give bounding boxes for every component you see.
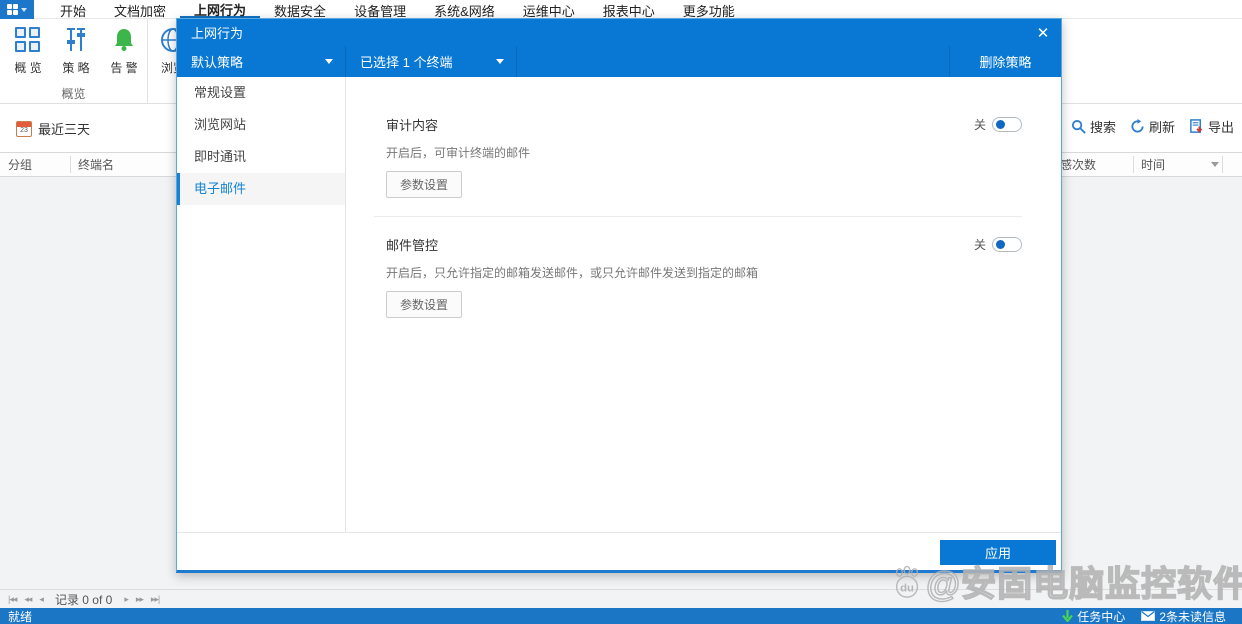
ribbon-group-label: 概览 <box>61 87 86 101</box>
unread-messages-button[interactable]: 2条未读信息 <box>1141 608 1226 624</box>
audit-content-section: 审计内容 关 开启后，可审计终端的邮件 参数设置 <box>386 115 1022 198</box>
app-window: 开始 文档加密 上网行为 数据安全 设备管理 系统&网络 运维中心 报表中心 更… <box>0 0 1242 624</box>
task-center-button[interactable]: 任务中心 <box>1062 608 1125 624</box>
apply-button[interactable]: 应用 <box>940 540 1056 565</box>
chevron-down-icon <box>496 59 504 64</box>
tab-doc-encryption[interactable]: 文档加密 <box>100 0 180 19</box>
mail-control-section: 邮件管控 关 开启后，只允许指定的邮箱发送邮件，或只允许邮件发送到指定的邮箱 参… <box>386 235 1022 318</box>
dialog-title: 上网行为 <box>191 26 244 41</box>
pager-next-page-button[interactable]: ▸▸ <box>136 594 144 605</box>
audit-toggle-state-label: 关 <box>973 118 986 132</box>
tab-device-management[interactable]: 设备管理 <box>340 0 420 19</box>
pager-record-count: 记录 0 of 0 <box>54 592 113 607</box>
internet-behavior-dialog: 上网行为 ✕ 默认策略 已选择 1 个终端 删除策略 常规设置 浏览网站 即时通… <box>176 18 1062 573</box>
export-action-label: 导出 <box>1207 120 1234 135</box>
pager-first-button[interactable]: |◂◂ <box>8 594 17 605</box>
policy-dropdown-value: 默认策略 <box>191 55 244 70</box>
dialog-titlebar: 上网行为 ✕ <box>177 19 1061 46</box>
app-menu-button[interactable] <box>0 0 34 19</box>
audit-content-title: 审计内容 <box>386 118 439 133</box>
tab-ops-center[interactable]: 运维中心 <box>509 0 589 19</box>
tab-data-security[interactable]: 数据安全 <box>260 0 340 19</box>
refresh-icon <box>1131 119 1144 133</box>
overview-tool-label: 概 览 <box>14 61 42 75</box>
mail-control-toggle[interactable] <box>992 237 1022 252</box>
terminal-dropdown-value: 已选择 1 个终端 <box>360 55 453 70</box>
section-divider <box>374 216 1022 217</box>
export-action-button[interactable]: 导出 <box>1189 117 1234 136</box>
column-header-time[interactable]: 时间 <box>1133 153 1222 176</box>
overview-tool-button[interactable]: 概 览 <box>5 24 51 82</box>
tab-more-features[interactable]: 更多功能 <box>669 0 749 19</box>
mail-control-title: 邮件管控 <box>386 238 439 253</box>
dialog-sidebar: 常规设置 浏览网站 即时通讯 电子邮件 <box>177 77 346 532</box>
delete-policy-button[interactable]: 删除策略 <box>949 46 1061 77</box>
ribbon-group-overview: 概 览 策 略 告 警 概览 <box>0 19 148 104</box>
alert-tool-label: 告 警 <box>110 61 138 75</box>
audit-content-toggle[interactable] <box>992 117 1022 132</box>
pager-last-button[interactable]: ▸▸| <box>151 594 160 605</box>
ribbon-tabs: 开始 文档加密 上网行为 数据安全 设备管理 系统&网络 运维中心 报表中心 更… <box>46 0 749 19</box>
alert-tool-button[interactable]: 告 警 <box>101 24 147 82</box>
tab-start[interactable]: 开始 <box>46 0 100 19</box>
export-file-icon <box>1190 119 1203 134</box>
mail-control-description: 开启后，只允许指定的邮箱发送邮件，或只允许邮件发送到指定的邮箱 <box>386 266 759 280</box>
search-action-button[interactable]: 搜索 <box>1071 117 1116 136</box>
status-ready-label: 就绪 <box>8 609 33 624</box>
policy-tool-label: 策 略 <box>62 61 90 75</box>
envelope-icon <box>1141 611 1156 621</box>
pager-next-button[interactable]: ▸ <box>124 594 128 605</box>
chevron-down-icon <box>21 7 27 12</box>
task-center-label: 任务中心 <box>1077 609 1126 624</box>
sort-caret-icon <box>1211 162 1220 167</box>
email-settings-pane: 审计内容 关 开启后，可审计终端的邮件 参数设置 邮件管控 关 开启后，只允许指… <box>346 77 1061 532</box>
ribbon-tabstrip: 开始 文档加密 上网行为 数据安全 设备管理 系统&网络 运维中心 报表中心 更… <box>0 0 1242 19</box>
search-icon <box>1071 119 1086 134</box>
refresh-action-label: 刷新 <box>1148 120 1175 135</box>
overview-grid-icon <box>15 27 41 53</box>
policy-tool-button[interactable]: 策 略 <box>53 24 99 82</box>
sidebar-item-instant-messaging[interactable]: 即时通讯 <box>177 141 345 173</box>
audit-content-description: 开启后，可审计终端的邮件 <box>386 146 531 160</box>
tab-report-center[interactable]: 报表中心 <box>589 0 669 19</box>
pager-prev-page-button[interactable]: ◂◂ <box>24 594 32 605</box>
sidebar-item-general-settings[interactable]: 常规设置 <box>177 77 345 109</box>
unread-messages-label: 2条未读信息 <box>1159 609 1226 624</box>
mail-control-toggle-state-label: 关 <box>973 238 986 252</box>
pager-prev-button[interactable]: ◂ <box>39 594 43 605</box>
download-arrow-icon <box>1062 610 1074 622</box>
column-header-group[interactable]: 分组 <box>0 153 70 176</box>
calendar-icon: 23 <box>16 120 32 137</box>
terminal-dropdown[interactable]: 已选择 1 个终端 <box>346 46 517 77</box>
sidebar-item-browse-websites[interactable]: 浏览网站 <box>177 109 345 141</box>
sidebar-item-email[interactable]: 电子邮件 <box>177 173 345 205</box>
close-icon[interactable]: ✕ <box>1025 19 1061 46</box>
status-bar: 就绪 任务中心 2条未读信息 <box>0 608 1242 624</box>
sliders-icon <box>67 28 85 51</box>
date-range-filter[interactable]: 23 最近三天 <box>16 119 90 138</box>
dialog-selector-row: 默认策略 已选择 1 个终端 删除策略 <box>177 46 1061 77</box>
tab-internet-behavior[interactable]: 上网行为 <box>180 0 261 18</box>
policy-dropdown[interactable]: 默认策略 <box>177 46 346 77</box>
dialog-footer: 应用 <box>177 532 1061 570</box>
tab-system-network[interactable]: 系统&网络 <box>420 0 509 19</box>
dialog-body: 常规设置 浏览网站 即时通讯 电子邮件 审计内容 关 开启后，可审计终端的邮件 … <box>177 77 1061 532</box>
pager-bar: |◂◂ ◂◂ ◂ 记录 0 of 0 ▸ ▸▸ ▸▸| <box>0 589 1242 608</box>
mail-control-param-settings-button[interactable]: 参数设置 <box>386 291 463 318</box>
date-range-label: 最近三天 <box>38 122 91 137</box>
app-menu-icon <box>7 4 18 15</box>
column-header-time-label: 时间 <box>1141 158 1166 172</box>
audit-param-settings-button[interactable]: 参数设置 <box>386 171 463 198</box>
refresh-action-button[interactable]: 刷新 <box>1130 117 1175 136</box>
search-action-label: 搜索 <box>1089 120 1116 135</box>
bell-icon <box>115 29 133 51</box>
chevron-down-icon <box>325 59 333 64</box>
